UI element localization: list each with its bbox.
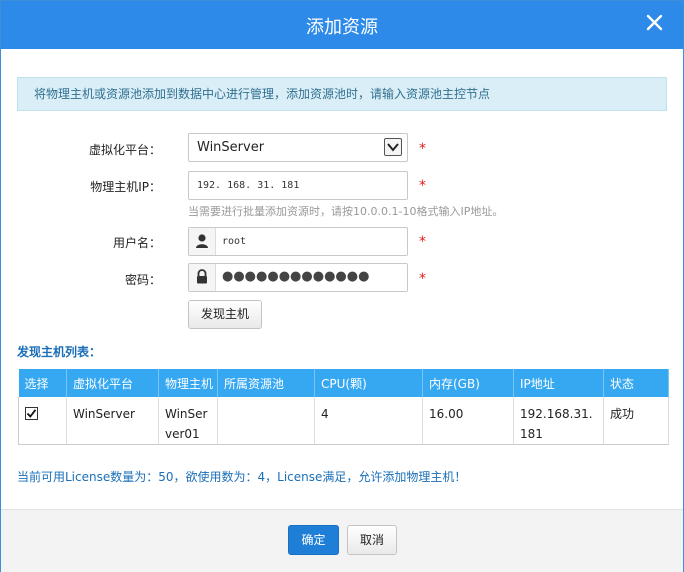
ip-input[interactable]: 192. 168. 31. 181 [188,171,408,200]
license-status-text: 当前可用License数量为：50，欲使用数为：4，License满足，允许添加… [17,470,467,484]
info-alert: 将物理主机或资源池添加到数据中心进行管理，添加资源池时，请输入资源池主控节点 [17,77,667,111]
status-cell: 成功 [603,397,669,445]
dialog-footer: 确定 取消 [1,509,683,572]
password-required-mark: * [419,271,426,287]
chevron-down-icon[interactable] [384,138,402,156]
password-input-value: ●●●●●●●●●●●●● [222,269,370,284]
cpu-cell: 4 [314,397,423,445]
table-row[interactable]: WinServer WinServer01 4 16.00 192.168.31… [18,397,669,445]
column-header: IP地址 [513,369,604,397]
user-icon [189,228,216,255]
password-label: 密码： [124,273,161,287]
host-list-title: 发现主机列表： [17,345,102,359]
column-header: 物理主机 [158,369,218,397]
column-header: 虚拟化平台 [66,369,159,397]
ip-input-value: 192. 168. 31. 181 [197,180,300,191]
lock-icon [189,264,216,291]
ip-label: 物理主机IP： [90,180,161,194]
username-label: 用户名： [112,236,161,250]
column-header: 所属资源池 [217,369,315,397]
close-icon[interactable] [643,9,667,35]
row-checkbox[interactable] [25,407,38,420]
platform-label: 虚拟化平台： [88,143,161,157]
username-input[interactable]: root [188,227,408,256]
platform-cell: WinServer [66,397,159,445]
pool-cell [217,397,315,445]
password-input[interactable]: ●●●●●●●●●●●●● [188,263,408,292]
add-resource-dialog: 添加资源 将物理主机或资源池添加到数据中心进行管理，添加资源池时，请输入资源池主… [0,0,684,572]
ip-cell: 192.168.31.181 [513,397,604,445]
dialog-titlebar: 添加资源 [1,1,683,49]
username-required-mark: * [419,234,426,250]
platform-select[interactable]: WinServer [188,133,408,162]
column-header: CPU(颗) [314,369,423,397]
column-header: 状态 [603,369,669,397]
host-cell: WinServer01 [158,397,218,445]
ok-button[interactable]: 确定 [288,525,339,555]
host-list-table: 选择 虚拟化平台 物理主机 所属资源池 CPU(颗) 内存(GB) IP地址 状… [18,369,669,445]
select-cell [18,397,67,445]
platform-select-value: WinServer [197,140,265,155]
column-header: 选择 [18,369,67,397]
username-input-value: root [222,236,247,247]
dialog-title: 添加资源 [306,17,378,38]
platform-required-mark: * [419,141,426,157]
table-header-row: 选择 虚拟化平台 物理主机 所属资源池 CPU(颗) 内存(GB) IP地址 状… [18,369,669,397]
memory-cell: 16.00 [422,397,514,445]
column-header: 内存(GB) [422,369,514,397]
ip-hint: 当需要进行批量添加资源时，请按10.0.0.1-10格式输入IP地址。 [188,205,504,218]
cancel-button[interactable]: 取消 [347,525,397,555]
discover-host-button[interactable]: 发现主机 [188,300,262,329]
ip-required-mark: * [419,178,426,194]
